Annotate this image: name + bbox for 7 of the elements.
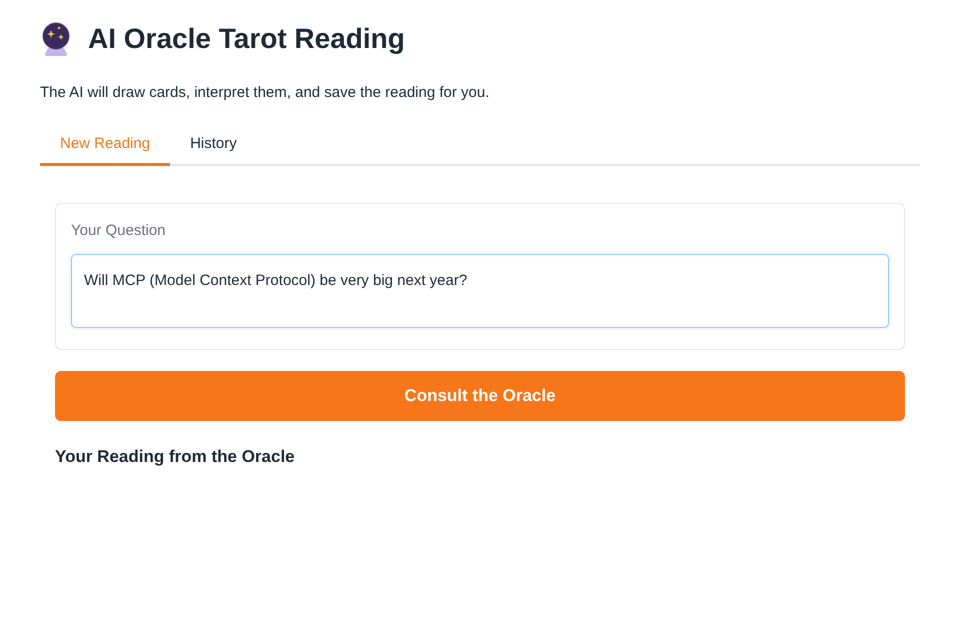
tab[interactable]: History <box>170 126 257 166</box>
page-title: AI Oracle Tarot Reading <box>88 22 405 56</box>
field-label: Your Question <box>71 221 167 241</box>
page-description: The AI will draw cards, interpret them, and save the reading for you. <box>40 83 490 103</box>
crystal-ball-icon <box>40 22 72 56</box>
question-field[interactable]: Will MCP (Model Context Protocol) be very big next year? <box>71 254 889 328</box>
section-heading: Your Reading from the Oracle <box>55 446 296 468</box>
